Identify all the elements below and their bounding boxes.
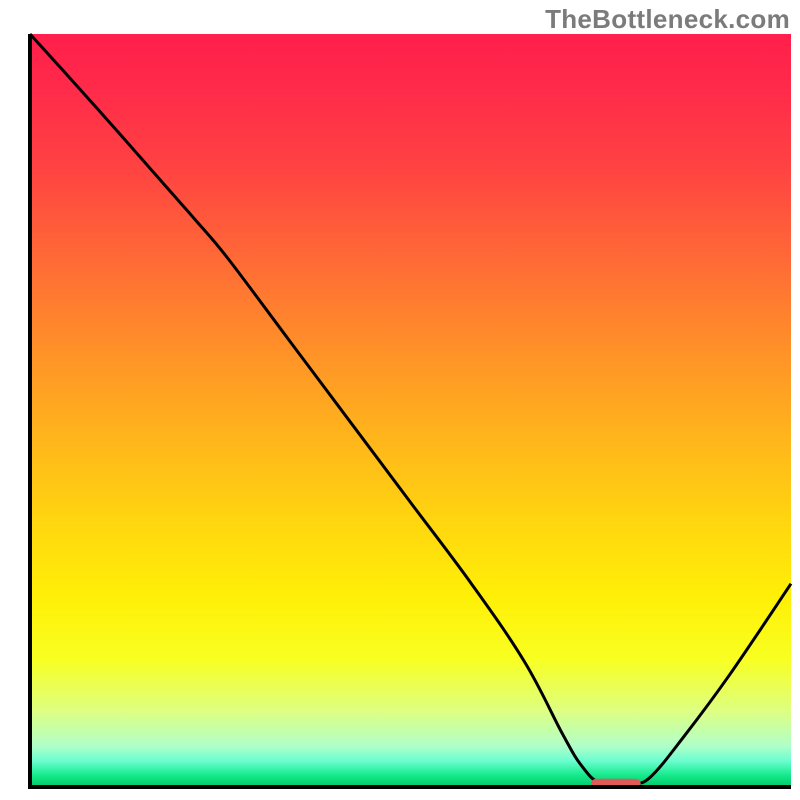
plot-background: [30, 34, 791, 787]
bottleneck-chart: TheBottleneck.com: [0, 0, 800, 800]
watermark-label: TheBottleneck.com: [545, 4, 790, 35]
chart-svg: [0, 0, 800, 800]
